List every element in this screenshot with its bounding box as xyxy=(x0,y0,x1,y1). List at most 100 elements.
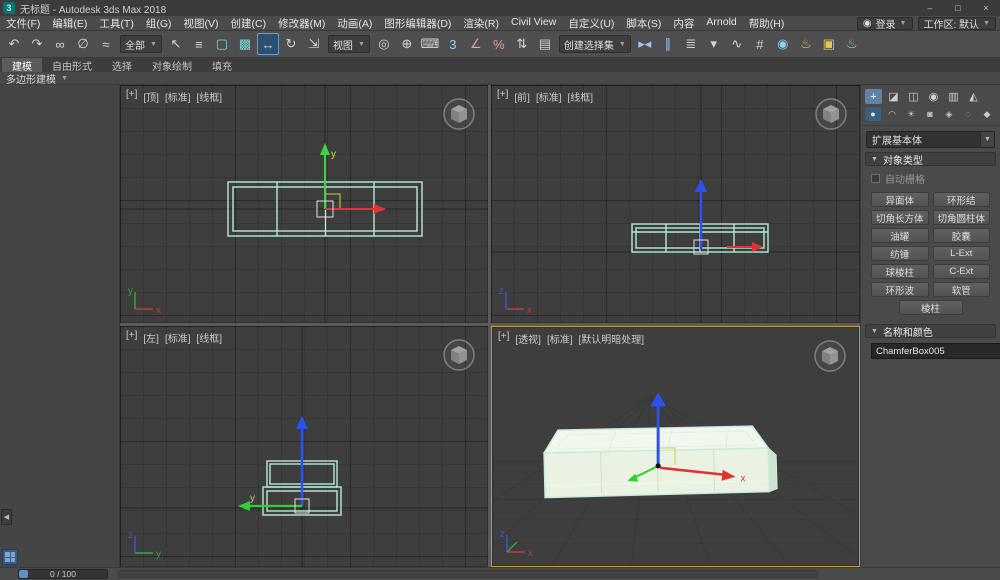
toggle-ribbon-button[interactable]: ▾ xyxy=(703,33,725,55)
viewcube[interactable] xyxy=(811,337,849,375)
vp-front-label-2[interactable]: [前] xyxy=(514,89,530,104)
menu-item-14[interactable]: 内容 xyxy=(667,16,700,31)
time-slider[interactable]: 0 / 100 xyxy=(18,569,108,579)
primitive-category-dropdown[interactable]: 扩展基本体 ▼ xyxy=(866,131,995,148)
panel-tab-create[interactable]: + xyxy=(865,89,882,104)
vp-persp-label-1[interactable]: [+] xyxy=(498,331,509,346)
percent-snap-button[interactable]: % xyxy=(488,33,510,55)
time-slider-handle[interactable] xyxy=(19,570,28,578)
minimize-button[interactable]: – xyxy=(916,0,944,16)
move-gizmo[interactable] xyxy=(694,179,763,254)
category-geometry[interactable]: ● xyxy=(865,107,881,121)
curve-editor-button[interactable]: ∿ xyxy=(726,33,748,55)
rendered-frame-window-button[interactable]: ▣ xyxy=(818,33,840,55)
viewcube[interactable] xyxy=(440,336,478,374)
select-by-name-button[interactable]: ≡ xyxy=(188,33,210,55)
unlink-selection-button[interactable]: ∅ xyxy=(72,33,94,55)
viewcube[interactable] xyxy=(440,95,478,133)
vp-top-label-4[interactable]: [线框] xyxy=(197,89,223,104)
ribbon-tab-5[interactable]: 填充 xyxy=(202,58,242,72)
chamferbox-shaded[interactable] xyxy=(544,426,777,497)
object-type-2-button[interactable]: 环形结 xyxy=(933,192,991,207)
ribbon-tab-4[interactable]: 对象绘制 xyxy=(142,58,202,72)
align-button[interactable]: ∥ xyxy=(657,33,679,55)
menu-item-5[interactable]: 视图(V) xyxy=(178,16,225,31)
object-type-9-button[interactable]: 球棱柱 xyxy=(871,264,929,279)
object-type-3-button[interactable]: 切角长方体 xyxy=(871,210,929,225)
use-pivot-point-center-button[interactable]: ◎ xyxy=(373,33,395,55)
vp-top-label-1[interactable]: [+] xyxy=(126,89,137,104)
object-type-6-button[interactable]: 胶囊 xyxy=(933,228,991,243)
selection-filter-dropdown[interactable]: 全部▼ xyxy=(120,35,162,53)
menu-item-12[interactable]: 自定义(U) xyxy=(562,16,620,31)
move-gizmo[interactable]: y xyxy=(317,143,386,217)
object-type-4-button[interactable]: 切角圆柱体 xyxy=(933,210,991,225)
menu-item-15[interactable]: Arnold xyxy=(700,16,742,31)
menu-item-1[interactable]: 文件(F) xyxy=(0,16,46,31)
panel-tab-utilities[interactable]: ◭ xyxy=(965,89,982,104)
category-systems[interactable]: ◆ xyxy=(979,107,995,121)
object-type-10-button[interactable]: C-Ext xyxy=(933,264,991,279)
menu-item-3[interactable]: 工具(T) xyxy=(93,16,139,31)
object-type-1-button[interactable]: 异面体 xyxy=(871,192,929,207)
menu-item-4[interactable]: 组(G) xyxy=(140,16,178,31)
vp-top-label-3[interactable]: [标准] xyxy=(165,89,191,104)
menu-item-7[interactable]: 修改器(M) xyxy=(272,16,331,31)
bind-to-space-warp-button[interactable]: ≈ xyxy=(95,33,117,55)
menu-item-10[interactable]: 渲染(R) xyxy=(457,16,505,31)
ribbon-section-label[interactable]: 多边形建模 xyxy=(6,71,56,86)
select-and-link-button[interactable]: ∞ xyxy=(49,33,71,55)
object-type-5-button[interactable]: 油罐 xyxy=(871,228,929,243)
edit-named-selection-sets-button[interactable]: ▤ xyxy=(534,33,556,55)
vp-left-label-4[interactable]: [线框] xyxy=(197,330,223,345)
ribbon-tab-3[interactable]: 选择 xyxy=(102,58,142,72)
select-and-scale-button[interactable]: ⇲ xyxy=(303,33,325,55)
close-button[interactable]: × xyxy=(972,0,1000,16)
object-type-7-button[interactable]: 纺锤 xyxy=(871,246,929,261)
vp-front-label-3[interactable]: [标准] xyxy=(536,89,562,104)
category-lights[interactable]: ☀ xyxy=(903,107,919,121)
vp-persp-label-4[interactable]: [默认明暗处理] xyxy=(579,331,645,346)
vp-left-label-2[interactable]: [左] xyxy=(143,330,159,345)
vp-top-label-2[interactable]: [顶] xyxy=(143,89,159,104)
autogrid-checkbox[interactable] xyxy=(871,174,880,183)
snaps-toggle-3d-button[interactable]: 3 xyxy=(442,33,464,55)
vp-front-label-1[interactable]: [+] xyxy=(497,89,508,104)
menu-item-11[interactable]: Civil View xyxy=(505,16,562,31)
mirror-button[interactable]: ▸◂ xyxy=(634,33,656,55)
select-and-rotate-button[interactable]: ↻ xyxy=(280,33,302,55)
spinner-snap-button[interactable]: ⇅ xyxy=(511,33,533,55)
collapse-panel-arrow-icon[interactable]: ◀ xyxy=(1,509,12,525)
object-type-12-button[interactable]: 软管 xyxy=(933,282,991,297)
name-color-rollout-header[interactable]: ▼ 名称和颜色 xyxy=(865,324,996,338)
redo-button[interactable]: ↷ xyxy=(26,33,48,55)
vp-left-label-3[interactable]: [标准] xyxy=(165,330,191,345)
panel-tab-hierarchy[interactable]: ◫ xyxy=(905,89,922,104)
viewport-left[interactable]: [+][左][标准][线框] y xyxy=(120,326,488,567)
vp-persp-label-3[interactable]: [标准] xyxy=(547,331,573,346)
selection-region-button[interactable]: ▢ xyxy=(211,33,233,55)
viewport-front[interactable]: [+][前][标准][线框] xyxy=(491,85,860,323)
keyboard-shortcut-override-button[interactable]: ⌨ xyxy=(419,33,441,55)
category-space-warps[interactable]: ◌ xyxy=(960,107,976,121)
menu-item-2[interactable]: 编辑(E) xyxy=(46,16,93,31)
menu-item-6[interactable]: 创建(C) xyxy=(225,16,273,31)
object-type-8-button[interactable]: L-Ext xyxy=(933,246,991,261)
vp-persp-label-2[interactable]: [透视] xyxy=(515,331,541,346)
object-name-field[interactable] xyxy=(871,343,1000,359)
viewport-layout-tabs-icon[interactable] xyxy=(2,549,18,565)
category-cameras[interactable]: ◙ xyxy=(922,107,938,121)
render-setup-button[interactable]: ♨ xyxy=(795,33,817,55)
toggle-scene-explorer-button[interactable]: ≣ xyxy=(680,33,702,55)
panel-tab-motion[interactable]: ◉ xyxy=(925,89,942,104)
sign-in-button[interactable]: ◉ 登录 ▼ xyxy=(857,17,913,30)
render-production-button[interactable]: ♨ xyxy=(841,33,863,55)
schematic-view-button[interactable]: # xyxy=(749,33,771,55)
category-shapes[interactable]: ◠ xyxy=(884,107,900,121)
panel-tab-display[interactable]: ▥ xyxy=(945,89,962,104)
menu-item-16[interactable]: 帮助(H) xyxy=(743,16,791,31)
window-crossing-button[interactable]: ▩ xyxy=(234,33,256,55)
workspace-selector[interactable]: 工作区: 默认 ▼ xyxy=(918,17,997,30)
object-type-13-button[interactable]: 棱柱 xyxy=(899,300,963,315)
viewport-perspective[interactable]: [+] [透视] [标准] [默认明暗处理] xyxy=(491,326,860,567)
